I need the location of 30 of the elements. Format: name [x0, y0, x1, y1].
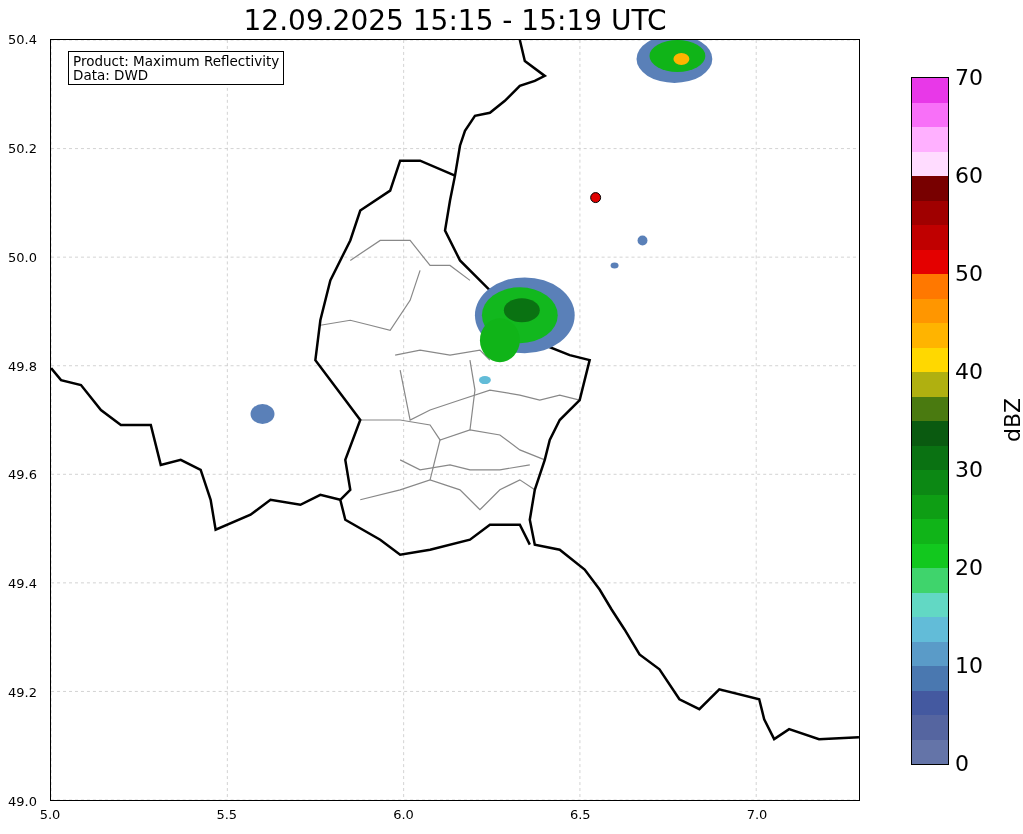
y-tick-label: 49.6	[8, 466, 37, 482]
colorbar-tick-label: 70	[955, 64, 983, 90]
colorbar-label: dBZ	[999, 397, 1023, 443]
radar-echo	[250, 404, 275, 424]
x-tick-label: 6.5	[569, 807, 591, 822]
y-tick-label: 49.8	[8, 358, 37, 374]
radar-echo	[478, 376, 491, 385]
colorbar-tick-label: 0	[955, 750, 969, 776]
colorbar-tick-label: 20	[955, 554, 983, 580]
radar-echo	[610, 262, 619, 269]
colorbar-tick-label: 50	[955, 260, 983, 286]
x-tick-label: 5.0	[39, 807, 61, 822]
info-text: Data: DWD	[73, 68, 150, 83]
y-tick-label: 49.2	[8, 684, 37, 700]
radar-echo	[637, 235, 648, 246]
colorbar-tick-label: 30	[955, 456, 983, 482]
y-tick-label: 50.0	[8, 249, 37, 265]
x-tick-label: 5.5	[216, 807, 238, 822]
colorbar-tick-label: 60	[955, 162, 983, 188]
y-tick-label: 49.0	[8, 793, 37, 809]
x-tick-label: 7.0	[746, 807, 768, 822]
info-text: Product: Maximum Reflectivity	[73, 54, 280, 69]
chart-title: 12.09.2025 15:15 - 15:19 UTC	[242, 4, 668, 37]
location-marker	[590, 192, 602, 204]
colorbar-tick-label: 40	[955, 358, 983, 384]
y-tick-label: 50.2	[8, 140, 37, 156]
y-tick-label: 50.4	[8, 31, 37, 47]
colorbar-tick-label: 10	[955, 652, 983, 678]
x-tick-label: 6.0	[393, 807, 414, 822]
y-tick-label: 49.4	[8, 575, 37, 591]
